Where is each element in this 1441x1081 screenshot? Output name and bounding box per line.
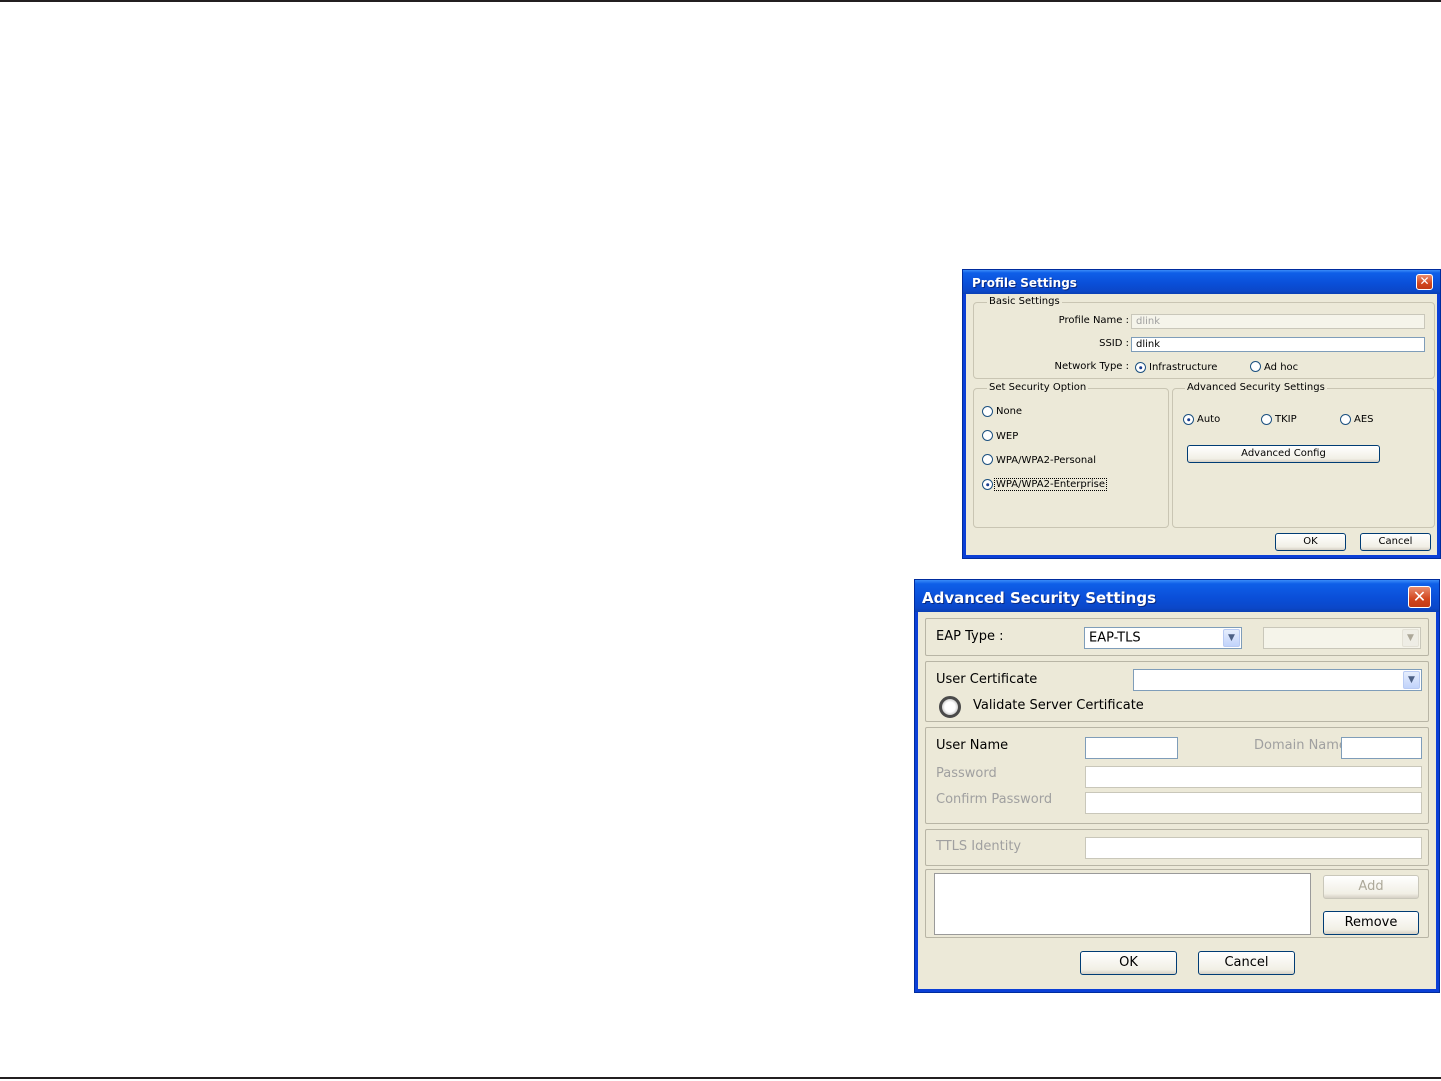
profile-settings-close-icon[interactable]: ✕ xyxy=(1416,274,1433,290)
profile-settings-titlebar: Profile Settings xyxy=(963,270,1440,294)
user-certificate-select[interactable]: ▼ xyxy=(1133,669,1422,691)
security-option-legend: Set Security Option xyxy=(987,382,1089,393)
eap-type-select[interactable]: EAP-TLS ▼ xyxy=(1084,627,1242,649)
encryption-auto-label: Auto xyxy=(1197,414,1221,425)
eap-type-group: EAP Type : EAP-TLS ▼ ▼ xyxy=(925,618,1429,656)
validate-server-label: Validate Server Certificate xyxy=(973,698,1144,713)
encryption-aes-label: AES xyxy=(1354,414,1374,425)
security-wpa-personal-radio[interactable] xyxy=(982,454,993,465)
identity-list-group: Add Remove xyxy=(925,869,1429,938)
security-wep-radio[interactable] xyxy=(982,430,993,441)
profile-settings-dialog: Profile Settings ✕ Basic Settings Profil… xyxy=(963,270,1440,558)
user-certificate-label: User Certificate xyxy=(936,672,1038,687)
user-name-input[interactable] xyxy=(1085,737,1178,759)
advanced-config-button[interactable]: Advanced Config xyxy=(1187,445,1380,463)
top-rule xyxy=(0,0,1441,2)
password-label: Password xyxy=(936,766,997,781)
domain-name-input[interactable] xyxy=(1341,737,1422,759)
advanced-security-dialog: Advanced Security Settings ✕ EAP Type : … xyxy=(915,580,1439,992)
security-wpa-enterprise-label: WPA/WPA2-Enterprise xyxy=(993,478,1108,491)
identity-list[interactable] xyxy=(934,873,1311,935)
security-none-radio[interactable] xyxy=(982,406,993,417)
security-none-label: None xyxy=(996,406,1023,417)
security-wep-label: WEP xyxy=(996,431,1019,442)
advanced-cancel-button[interactable]: Cancel xyxy=(1198,951,1295,975)
ttls-identity-group: TTLS Identity xyxy=(925,829,1429,866)
advanced-security-group: Advanced Security Settings Auto TKIP AES… xyxy=(1172,382,1435,528)
profile-name-label: Profile Name : xyxy=(1058,315,1129,326)
advanced-ok-button[interactable]: OK xyxy=(1080,951,1177,975)
advanced-security-close-icon[interactable]: ✕ xyxy=(1408,586,1431,608)
basic-settings-legend: Basic Settings xyxy=(987,296,1062,307)
network-type-label: Network Type : xyxy=(1054,361,1129,372)
advanced-security-titlebar: Advanced Security Settings xyxy=(915,580,1439,612)
security-option-group: Set Security Option None WEP WPA/WPA2-Pe… xyxy=(973,382,1169,528)
user-certificate-group: User Certificate ▼ Validate Server Certi… xyxy=(925,661,1429,722)
profile-cancel-button[interactable]: Cancel xyxy=(1360,533,1431,551)
eap-type-label: EAP Type : xyxy=(936,629,1004,644)
ttls-identity-input[interactable] xyxy=(1085,837,1422,859)
profile-name-input[interactable]: dlink xyxy=(1131,314,1425,329)
eap-secondary-select[interactable]: ▼ xyxy=(1263,627,1421,649)
credentials-group: User Name Domain Name Password Confirm P… xyxy=(925,727,1429,824)
basic-settings-group: Basic Settings Profile Name : dlink SSID… xyxy=(973,296,1435,379)
confirm-password-input[interactable] xyxy=(1085,792,1422,814)
domain-name-label: Domain Name xyxy=(1254,738,1347,753)
encryption-tkip-label: TKIP xyxy=(1275,414,1297,425)
profile-ok-button[interactable]: OK xyxy=(1275,533,1346,551)
add-button[interactable]: Add xyxy=(1323,875,1419,899)
advanced-security-legend: Advanced Security Settings xyxy=(1185,382,1327,393)
profile-settings-title: Profile Settings xyxy=(972,276,1077,290)
eap-type-chevron-down-icon[interactable]: ▼ xyxy=(1223,629,1240,647)
password-input[interactable] xyxy=(1085,766,1422,788)
confirm-password-label: Confirm Password xyxy=(936,792,1053,807)
ssid-input[interactable]: dlink xyxy=(1131,337,1425,352)
eap-secondary-chevron-down-icon[interactable]: ▼ xyxy=(1402,629,1419,647)
adhoc-radio[interactable] xyxy=(1250,361,1261,372)
advanced-security-title: Advanced Security Settings xyxy=(922,589,1157,607)
eap-type-value: EAP-TLS xyxy=(1089,630,1141,646)
bottom-rule xyxy=(0,1077,1441,1079)
encryption-tkip-radio[interactable] xyxy=(1261,414,1272,425)
encryption-aes-radio[interactable] xyxy=(1340,414,1351,425)
security-wpa-enterprise-radio[interactable] xyxy=(982,479,993,490)
user-name-label: User Name xyxy=(936,738,1009,753)
ttls-identity-label: TTLS Identity xyxy=(936,839,1022,854)
user-certificate-chevron-down-icon[interactable]: ▼ xyxy=(1403,671,1420,689)
security-wpa-personal-label: WPA/WPA2-Personal xyxy=(996,455,1097,466)
encryption-auto-radio[interactable] xyxy=(1183,414,1194,425)
infrastructure-radio[interactable] xyxy=(1135,362,1146,373)
ssid-label: SSID : xyxy=(1099,338,1129,349)
validate-server-radio[interactable] xyxy=(939,696,961,718)
infrastructure-label: Infrastructure xyxy=(1149,362,1218,373)
adhoc-label: Ad hoc xyxy=(1264,362,1299,373)
remove-button[interactable]: Remove xyxy=(1323,911,1419,935)
